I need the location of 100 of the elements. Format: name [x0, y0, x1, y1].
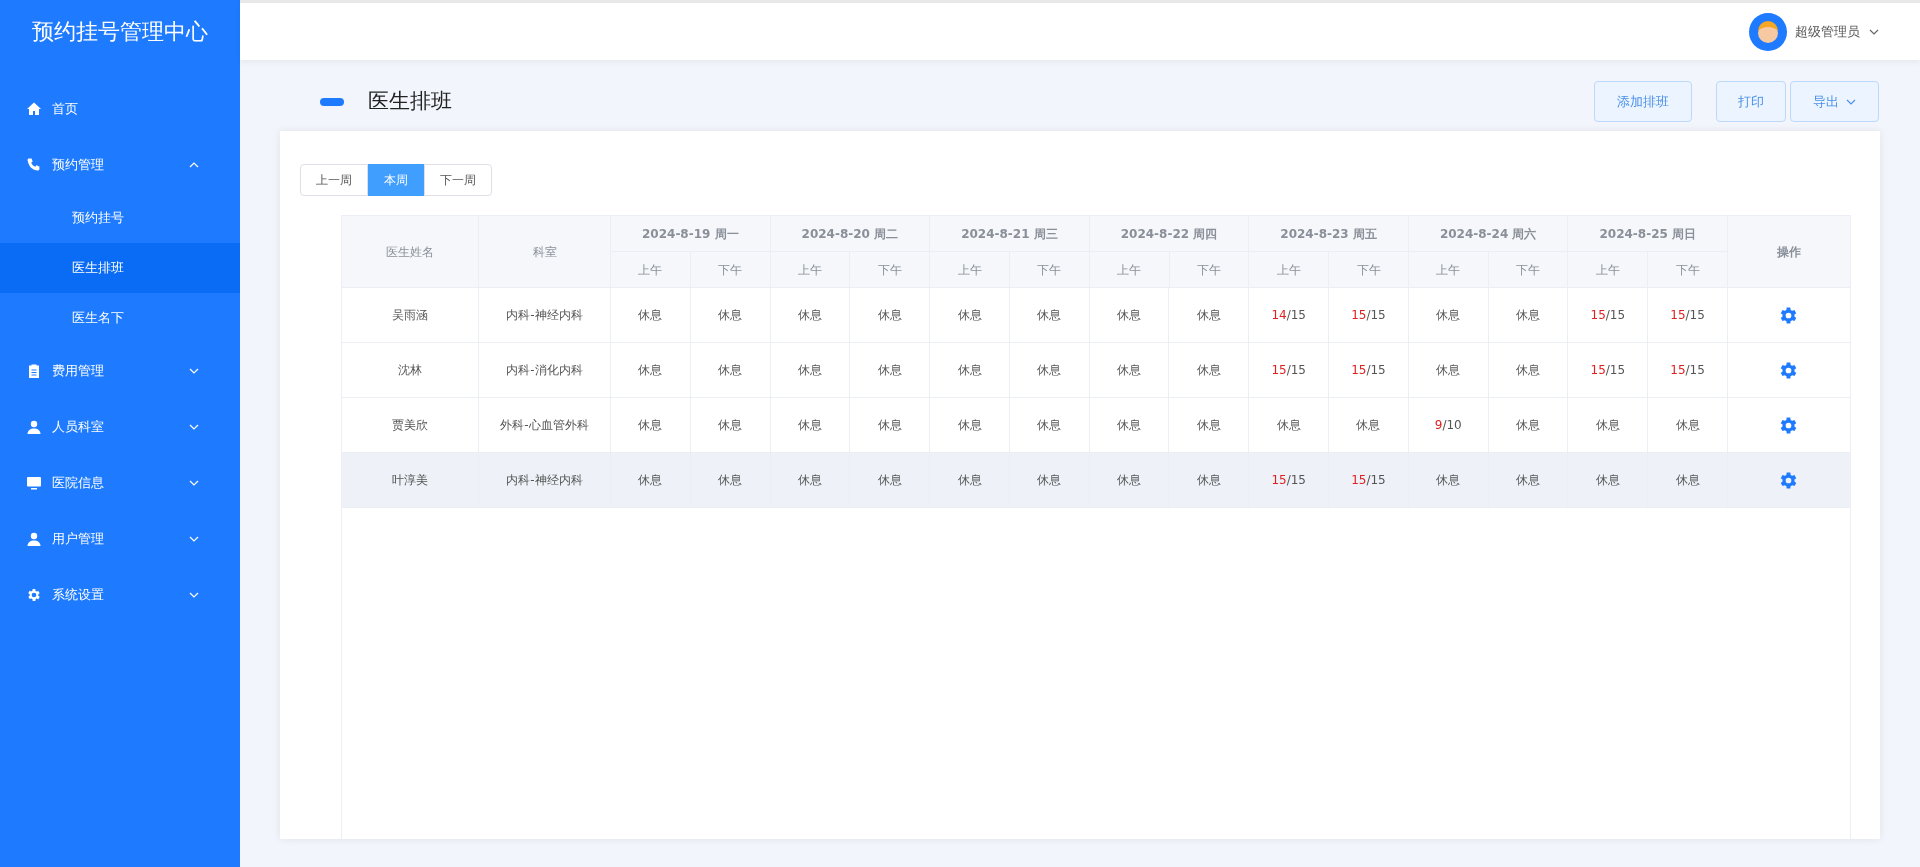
action-button[interactable]: 打印: [1716, 81, 1786, 122]
table-cell: 外科-心血管外科: [479, 398, 611, 452]
table-cell: 休息: [1488, 398, 1569, 452]
table-cell: 休息: [770, 398, 851, 452]
settings-icon[interactable]: [1779, 470, 1799, 490]
table-cell: 15/15: [1249, 453, 1330, 507]
sidebar-item[interactable]: 系统设置: [0, 567, 240, 623]
week-tab[interactable]: 上一周: [300, 164, 368, 196]
table-cell: 休息: [770, 288, 851, 342]
day-header: 2024-8-20 周二: [770, 216, 931, 252]
table-cell: 休息: [1169, 343, 1250, 397]
table-cell: 内科-神经内科: [479, 288, 611, 342]
day-header: 2024-8-21 周三: [930, 216, 1090, 252]
table-cell: 内科-神经内科: [479, 453, 611, 507]
dropdown-button[interactable]: 导出: [1790, 81, 1879, 122]
table-cell: 休息: [1488, 288, 1569, 342]
sidebar-subitem[interactable]: 医生名下: [0, 293, 240, 343]
sidebar-subitem[interactable]: 预约挂号: [0, 193, 240, 243]
settings-icon[interactable]: [1779, 305, 1799, 325]
app-title: 预约挂号管理中心: [31, 17, 209, 46]
day-header: 2024-8-25 周日: [1568, 216, 1729, 252]
table-cell: 休息: [1009, 398, 1090, 452]
table-cell: 休息: [690, 343, 771, 397]
table-cell: 休息: [850, 453, 931, 507]
table-cell: 9/10: [1408, 398, 1489, 452]
phone-icon: [26, 157, 42, 173]
sidebar-item[interactable]: 人员科室: [0, 399, 240, 455]
settings-icon[interactable]: [1779, 415, 1799, 435]
table-cell: 休息: [1249, 398, 1330, 452]
table-cell: 休息: [611, 288, 691, 342]
table-cell: 休息: [611, 343, 691, 397]
table-cell: 15/15: [1329, 453, 1409, 507]
table-cell: 休息: [1648, 453, 1728, 507]
table-cell: 休息: [1089, 343, 1170, 397]
day-header: 2024-8-22 周四: [1089, 216, 1250, 252]
table-cell: 休息: [1169, 288, 1250, 342]
table-cell: 休息: [1009, 453, 1090, 507]
table-cell: 休息: [1009, 343, 1090, 397]
table-cell: 吴雨涵: [342, 288, 479, 342]
table-cell: 休息: [1408, 288, 1489, 342]
table-cell: 休息: [770, 343, 851, 397]
sidebar-item[interactable]: 用户管理: [0, 511, 240, 567]
settings-icon: [26, 587, 42, 603]
table-row[interactable]: 贾美欣 外科-心血管外科 休息 休息 休息 休息 休息 休息 休息 休息 休息 休息 9/10 休息 休息 休息: [342, 398, 1850, 453]
table-row[interactable]: 沈林 内科-消化内科 休息 休息 休息 休息 休息 休息 休息 休息 15/15 15/15 休息 休息 15/15 15/15: [342, 343, 1850, 398]
table-cell: 15/15: [1648, 288, 1728, 342]
home-icon: [26, 101, 42, 117]
table-cell: 休息: [850, 398, 931, 452]
table-cell: 休息: [1488, 343, 1569, 397]
sidebar-item[interactable]: 费用管理: [0, 343, 240, 399]
clipboard-icon: [26, 363, 42, 379]
table-cell: 休息: [930, 288, 1010, 342]
settings-icon[interactable]: [1779, 360, 1799, 380]
title-marker: [320, 97, 344, 106]
table-cell: 休息: [850, 343, 931, 397]
table-cell: 休息: [1408, 343, 1489, 397]
table-cell: 休息: [1568, 398, 1649, 452]
table-cell: 15/15: [1329, 343, 1409, 397]
table-cell: 休息: [1568, 453, 1649, 507]
table-cell: 休息: [1488, 453, 1569, 507]
table-cell: 休息: [611, 398, 691, 452]
sidebar-item[interactable]: 预约管理: [0, 137, 240, 193]
sidebar-subitem[interactable]: 医生排班: [0, 243, 240, 293]
table-row[interactable]: 叶淳美 内科-神经内科 休息 休息 休息 休息 休息 休息 休息 休息 15/15 15/15 休息 休息 休息 休息: [342, 453, 1850, 508]
table-row[interactable]: 吴雨涵 内科-神经内科 休息 休息 休息 休息 休息 休息 休息 休息 14/15 15/15 休息 休息 15/15 15/15: [342, 288, 1850, 343]
monitor-icon: [26, 475, 42, 491]
table-cell: 休息: [1329, 398, 1409, 452]
week-tab[interactable]: 下一周: [424, 164, 492, 196]
table-cell: 14/15: [1249, 288, 1330, 342]
day-header: 2024-8-23 周五: [1249, 216, 1409, 252]
table-cell: 叶淳美: [342, 453, 479, 507]
table-cell: 15/15: [1568, 288, 1649, 342]
table-cell: 沈林: [342, 343, 479, 397]
table-cell: 休息: [1009, 288, 1090, 342]
table-cell: 休息: [770, 453, 851, 507]
table-cell: 休息: [1408, 453, 1489, 507]
day-header: 2024-8-24 周六: [1408, 216, 1569, 252]
table-cell: 休息: [690, 288, 771, 342]
week-tab[interactable]: 本周: [368, 164, 424, 196]
table-cell: 15/15: [1648, 343, 1728, 397]
table-cell: 15/15: [1568, 343, 1649, 397]
user-icon: [26, 531, 42, 547]
table-cell: 休息: [930, 398, 1010, 452]
sidebar-item[interactable]: 医院信息: [0, 455, 240, 511]
table-cell: 休息: [1169, 453, 1250, 507]
table-cell: 休息: [1089, 453, 1170, 507]
sidebar-item[interactable]: 首页: [0, 81, 240, 137]
table-cell: 15/15: [1329, 288, 1409, 342]
table-cell: 15/15: [1249, 343, 1330, 397]
avatar[interactable]: [1749, 12, 1787, 51]
table-cell: 休息: [1169, 398, 1250, 452]
table-cell: 休息: [850, 288, 931, 342]
action-button[interactable]: 添加排班: [1594, 81, 1692, 122]
table-cell: 休息: [1648, 398, 1728, 452]
table-cell: 休息: [690, 398, 771, 452]
table-cell: 休息: [930, 343, 1010, 397]
page-title: 医生排班: [368, 87, 453, 115]
user-name[interactable]: 超级管理员: [1795, 21, 1860, 42]
table-cell: 休息: [690, 453, 771, 507]
table-cell: 内科-消化内科: [479, 343, 611, 397]
